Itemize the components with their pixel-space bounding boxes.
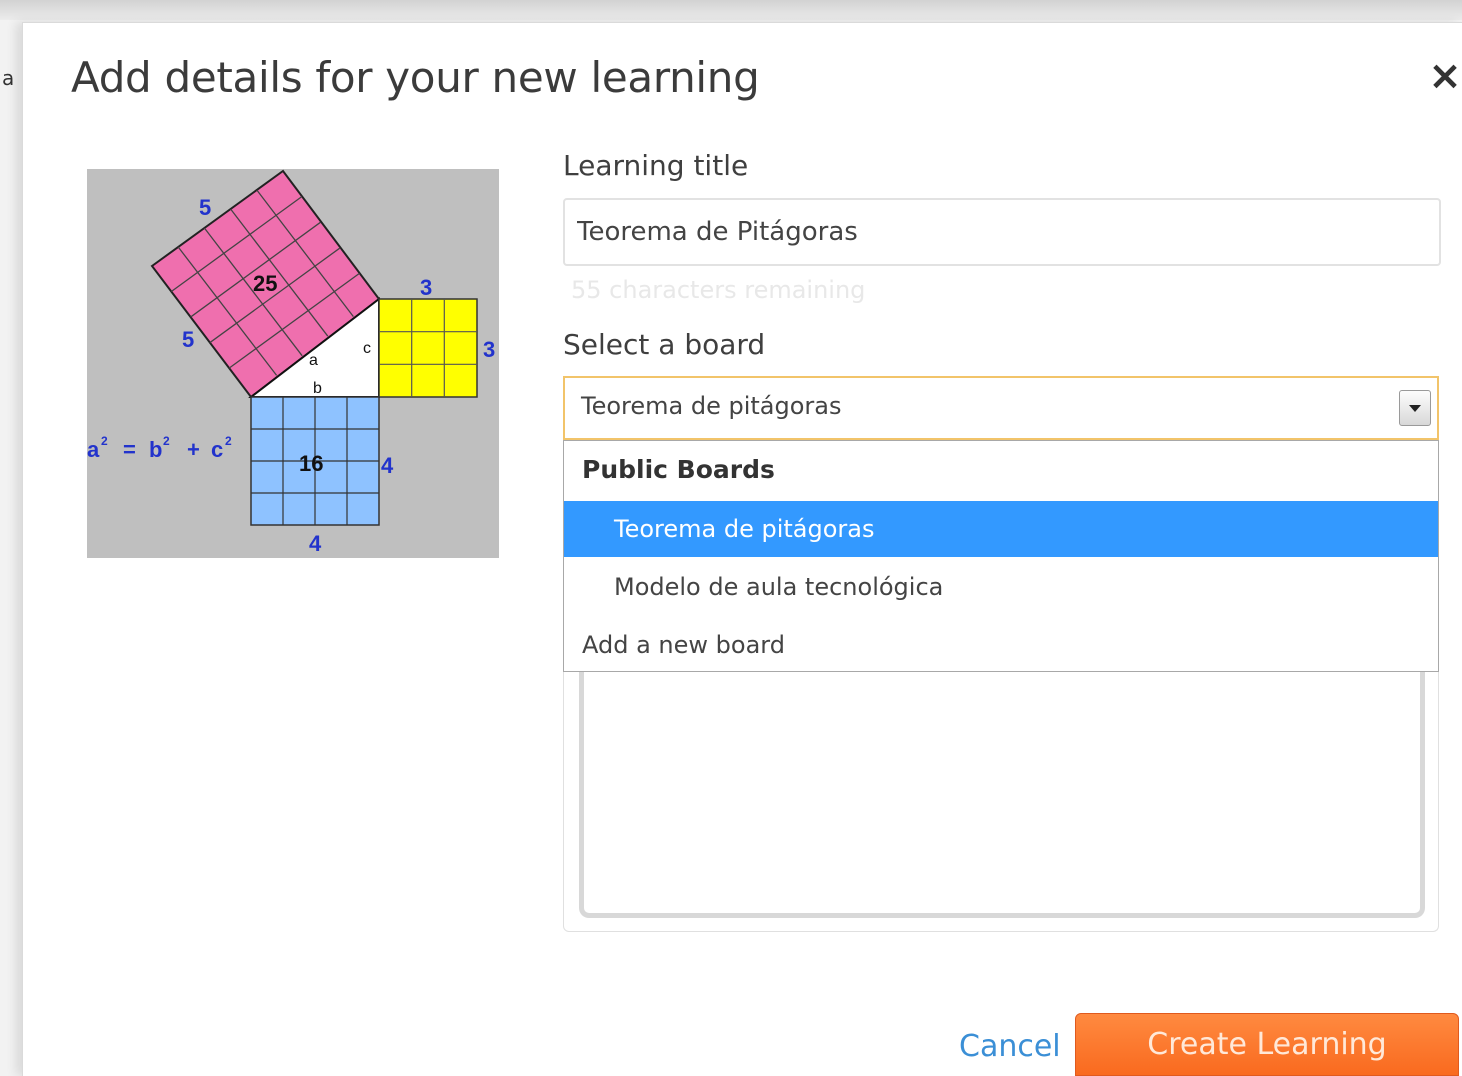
formula-exp-c: 2	[225, 434, 232, 448]
label-blue-right: 4	[381, 453, 394, 478]
label-blue-bottom: 4	[309, 531, 322, 556]
side-a-label: a	[309, 352, 318, 369]
create-learning-button[interactable]: Create Learning	[1075, 1013, 1459, 1076]
label-yellow-top: 3	[420, 275, 432, 300]
formula-exp-a: 2	[101, 434, 108, 448]
close-icon[interactable]: ×	[1423, 51, 1462, 101]
formula-c: c	[211, 437, 223, 462]
formula-plus: +	[187, 437, 200, 462]
window-top-shade	[0, 0, 1462, 20]
board-select-value: Teorema de pitágoras	[581, 392, 842, 420]
description-textarea[interactable]	[579, 668, 1425, 918]
formula-b: b	[149, 437, 162, 462]
board-option-teorema[interactable]: Teorema de pitágoras	[564, 501, 1438, 557]
learning-title-label: Learning title	[563, 149, 749, 182]
label-top-left: 5	[199, 195, 211, 220]
board-option-modelo[interactable]: Modelo de aula tecnológica	[564, 559, 1438, 615]
board-dropdown-list: Public Boards Teorema de pitágoras Model…	[563, 440, 1439, 672]
learning-title-input[interactable]	[563, 198, 1441, 266]
background-text-fragment: a	[2, 66, 15, 90]
side-b-label: b	[313, 380, 322, 397]
select-board-label: Select a board	[563, 328, 766, 361]
label-yellow-right: 3	[483, 337, 495, 362]
pythagoras-figure: 5 5 3 3 4 4 a = b + c 2 2 2 25 16 a b c	[87, 169, 499, 558]
side-c-label: c	[363, 340, 371, 357]
add-new-board-option[interactable]: Add a new board	[564, 617, 1438, 673]
characters-remaining: 55 characters remaining	[571, 276, 866, 304]
label-blue-area: 16	[299, 451, 323, 476]
board-select[interactable]: Teorema de pitágoras	[563, 376, 1439, 440]
label-pink-area: 25	[253, 271, 277, 296]
formula-equals: =	[123, 437, 136, 462]
formula-a: a	[87, 437, 100, 462]
learning-thumbnail: 5 5 3 3 4 4 a = b + c 2 2 2 25 16 a b c	[87, 169, 499, 558]
formula-exp-b: 2	[163, 434, 170, 448]
label-pink-left: 5	[182, 327, 194, 352]
add-learning-dialog: Add details for your new learning × 5 5 …	[22, 22, 1462, 1076]
yellow-square	[378, 298, 478, 398]
cancel-button[interactable]: Cancel	[959, 1029, 1061, 1064]
dialog-title: Add details for your new learning	[71, 53, 760, 102]
chevron-down-icon[interactable]	[1399, 390, 1431, 426]
dropdown-group-public-boards: Public Boards	[582, 455, 775, 484]
